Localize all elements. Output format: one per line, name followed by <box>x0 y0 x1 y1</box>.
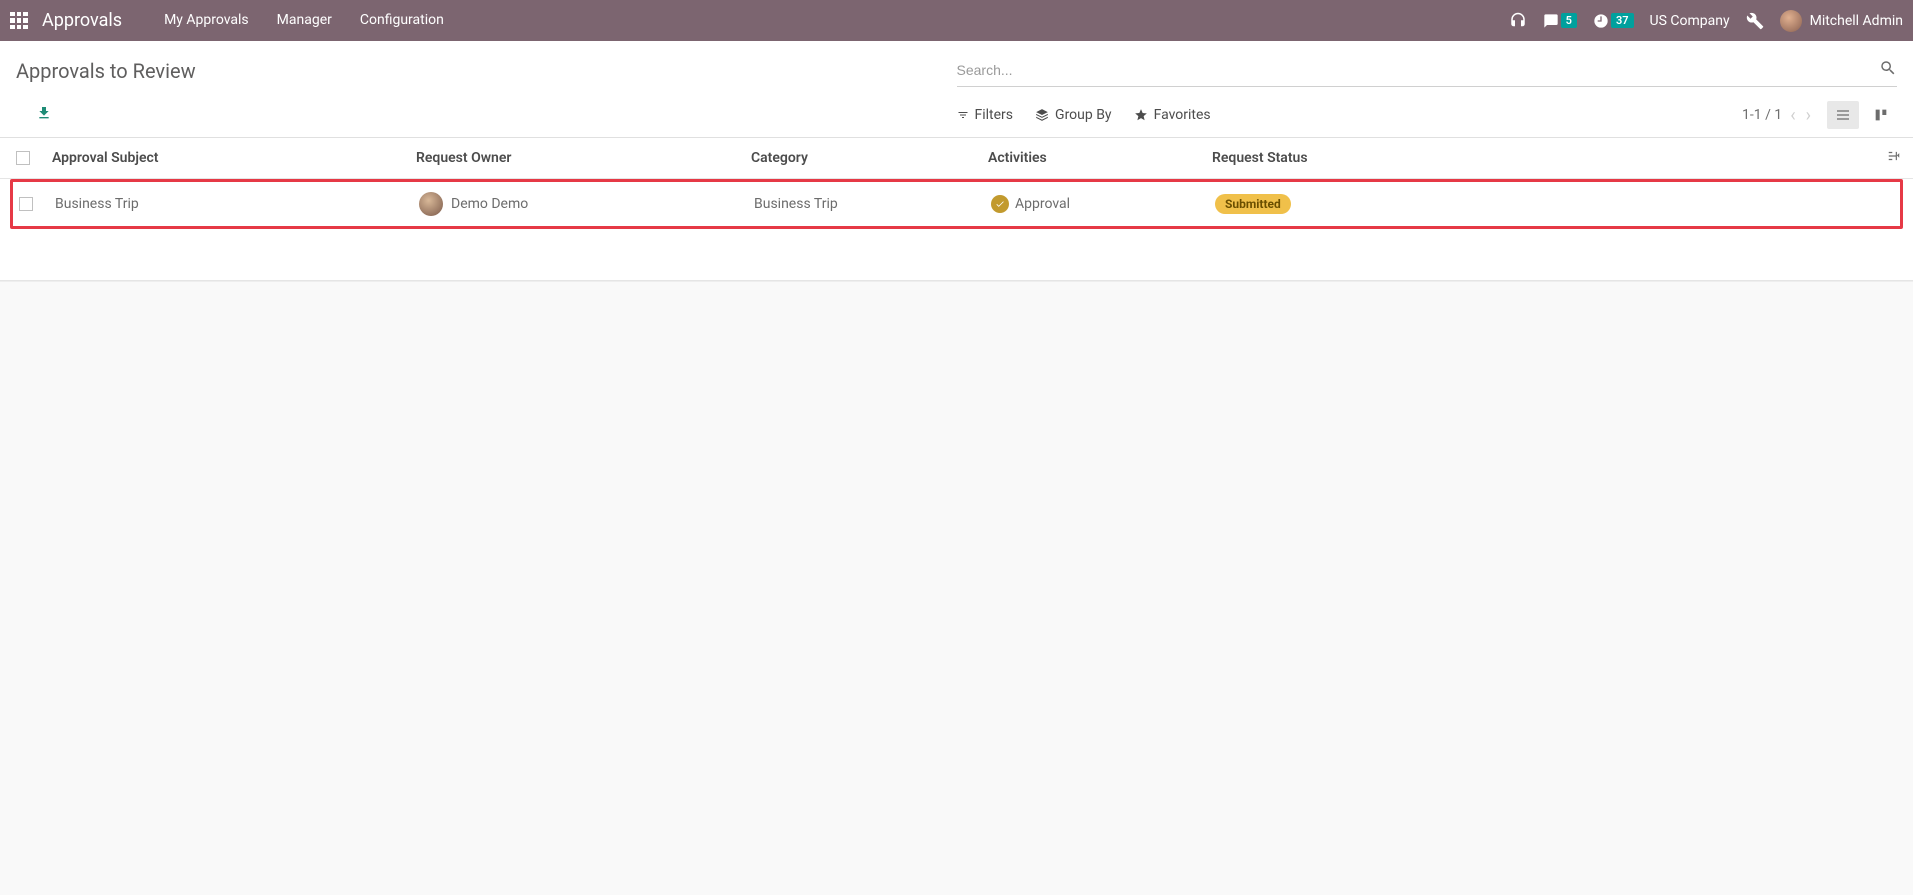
cp-right: 1-1 / 1 ‹ › <box>1742 101 1897 129</box>
header-activities[interactable]: Activities <box>988 150 1212 166</box>
list-body: Business Trip Demo Demo Business Trip Ap… <box>0 179 1913 237</box>
support-icon[interactable] <box>1509 12 1527 30</box>
groupby-label: Group By <box>1055 107 1112 123</box>
list-view: Approval Subject Request Owner Category … <box>0 138 1913 281</box>
app-name[interactable]: Approvals <box>42 10 122 31</box>
apps-menu-icon[interactable] <box>10 12 28 30</box>
debug-icon[interactable] <box>1746 12 1764 30</box>
filters-button[interactable]: Filters <box>957 107 1014 123</box>
control-panel-top: Approvals to Review <box>16 51 1897 91</box>
nav-my-approvals[interactable]: My Approvals <box>150 0 263 41</box>
view-switcher <box>1827 101 1897 129</box>
control-panel: Approvals to Review Filters Group By <box>0 41 1913 138</box>
nav-manager[interactable]: Manager <box>263 0 346 41</box>
footer-row <box>0 237 1913 281</box>
table-row[interactable]: Business Trip Demo Demo Business Trip Ap… <box>10 179 1903 229</box>
messages-icon[interactable]: 5 <box>1543 13 1577 29</box>
pager: 1-1 / 1 ‹ › <box>1742 105 1813 126</box>
row-checkbox[interactable] <box>19 197 33 211</box>
list-header-row: Approval Subject Request Owner Category … <box>0 138 1913 179</box>
search-input[interactable] <box>957 56 1880 84</box>
filters-label: Filters <box>975 107 1014 123</box>
header-owner[interactable]: Request Owner <box>416 150 751 166</box>
export-button[interactable] <box>36 105 52 125</box>
navbar-left: Approvals My Approvals Manager Configura… <box>10 0 458 41</box>
cell-activity: Approval <box>1015 196 1070 212</box>
navbar-right: 5 37 US Company Mitchell Admin <box>1509 10 1903 32</box>
nav-configuration[interactable]: Configuration <box>346 0 458 41</box>
cell-category: Business Trip <box>754 196 991 212</box>
optional-columns-icon[interactable] <box>1887 149 1901 167</box>
favorites-label: Favorites <box>1154 107 1211 123</box>
user-name: Mitchell Admin <box>1810 13 1903 29</box>
user-avatar-icon <box>1780 10 1802 32</box>
cell-subject: Business Trip <box>55 196 419 212</box>
status-badge: Submitted <box>1215 194 1291 214</box>
activities-badge: 37 <box>1611 13 1634 28</box>
cell-owner: Demo Demo <box>451 196 528 212</box>
pager-text[interactable]: 1-1 / 1 <box>1742 107 1782 123</box>
main-navbar: Approvals My Approvals Manager Configura… <box>0 0 1913 41</box>
search-icon[interactable] <box>1879 59 1897 81</box>
messages-badge: 5 <box>1561 13 1577 28</box>
page-title: Approvals to Review <box>16 59 957 83</box>
pager-prev-icon[interactable]: ‹ <box>1788 105 1797 126</box>
pager-next-icon[interactable]: › <box>1804 105 1813 126</box>
control-panel-bottom: Filters Group By Favorites 1-1 / 1 ‹ › <box>16 91 1897 137</box>
user-menu[interactable]: Mitchell Admin <box>1780 10 1903 32</box>
header-subject[interactable]: Approval Subject <box>52 150 416 166</box>
header-category[interactable]: Category <box>751 150 988 166</box>
list-view-button[interactable] <box>1827 101 1859 129</box>
header-status[interactable]: Request Status <box>1212 150 1897 166</box>
activity-check-icon[interactable] <box>991 195 1009 213</box>
kanban-view-button[interactable] <box>1865 101 1897 129</box>
activities-icon[interactable]: 37 <box>1593 13 1634 29</box>
filter-bar: Filters Group By Favorites <box>957 107 1211 123</box>
company-selector[interactable]: US Company <box>1650 13 1730 29</box>
select-all-checkbox[interactable] <box>16 151 30 165</box>
cp-left-tools <box>16 105 957 125</box>
search-bar <box>957 56 1898 87</box>
empty-background <box>0 281 1913 781</box>
owner-avatar-icon <box>419 192 443 216</box>
groupby-button[interactable]: Group By <box>1035 107 1112 123</box>
favorites-button[interactable]: Favorites <box>1134 107 1211 123</box>
